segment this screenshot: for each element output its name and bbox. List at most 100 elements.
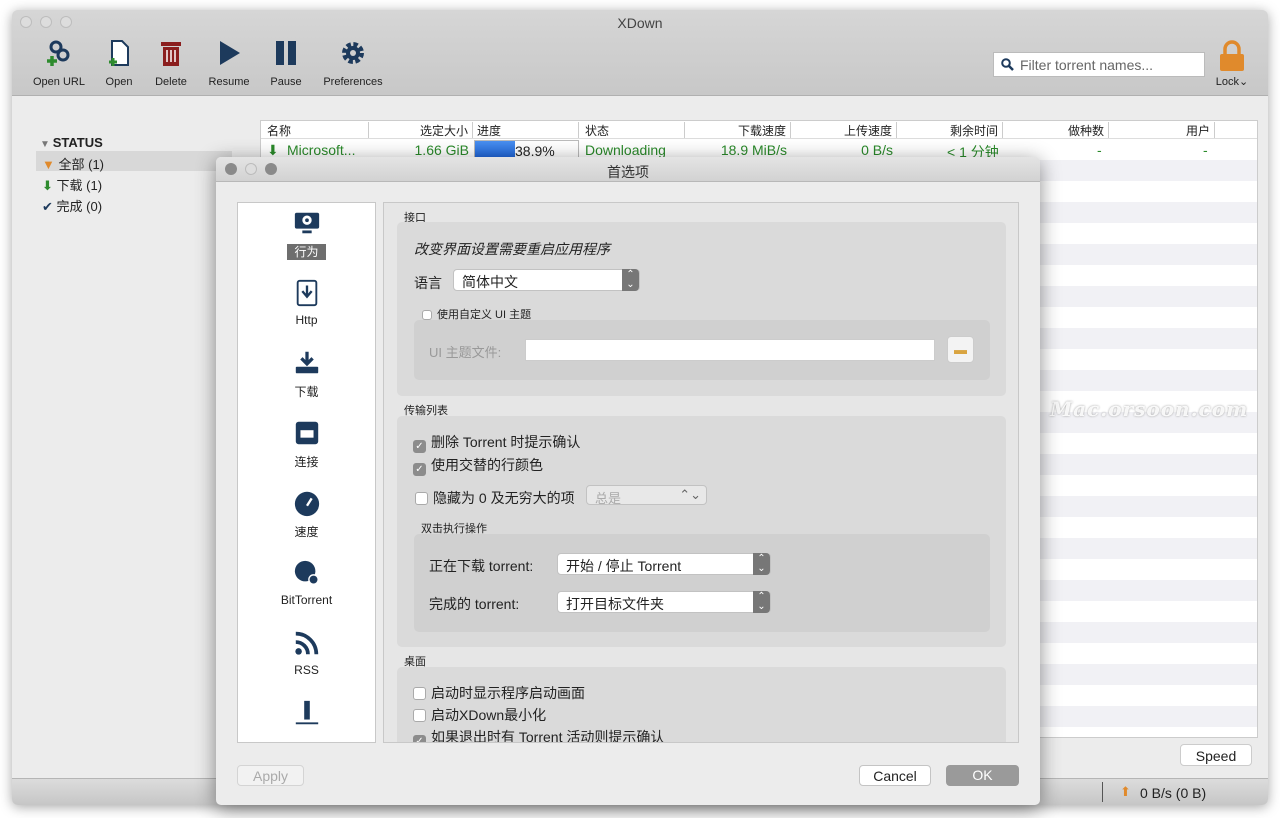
nav-label: RSS [294,663,319,677]
download-arrow-icon: ⬇ [42,178,53,193]
sidebar-item-downloading[interactable]: ⬇ 下载 (1) [36,172,232,193]
language-label: 语言 [414,275,442,291]
row-name: Microsoft... [287,142,356,158]
dialog-title: 首选项 [216,157,1040,182]
row-size: 1.66 GiB [414,142,469,158]
confirm-exit-checkbox[interactable]: ✓ 如果退出时有 Torrent 活动则提示确认 [413,727,664,742]
apply-button[interactable]: Apply [237,765,304,786]
sidebar-item-all[interactable]: ▼ 全部 (1) [36,151,232,172]
nav-label: 连接 [294,455,319,469]
browse-folder-button[interactable]: ▬ [947,336,974,363]
column-header[interactable]: 状态 [579,122,685,138]
language-select[interactable]: 简体中文 ⌃ ⌄ [453,269,640,291]
table-header: 名称 选定大小 进度 状态 下载速度 上传速度 剩余时间 做种数 用户 [261,121,1257,139]
search-icon [1001,58,1014,71]
row-download-speed: 18.9 MiB/s [720,142,787,158]
theme-file-input[interactable] [525,339,935,361]
confirm-delete-checkbox[interactable]: ✓ 删除 Torrent 时提示确认 [413,432,580,453]
sidebar-item-label: 完成 (0) [56,199,103,214]
dialog-close-button[interactable] [225,163,237,175]
column-header[interactable]: 剩余时间 [897,122,1003,138]
column-header[interactable]: 上传速度 [791,122,897,138]
updown-chevron-icon: ⌃⌄ [753,591,770,613]
preferences-dialog: 首选项 行为 Http 下载 连接 速度 BitTorrent RSS 接口 改… [216,157,1040,805]
completed-action-value: 打开目标文件夹 [566,596,664,612]
open-url-button[interactable]: Open URL [32,38,86,88]
preferences-panel: 接口 改变界面设置需要重启应用程序 语言 简体中文 ⌃ ⌄ 使用自定义 UI 主题 … [383,202,1019,743]
row-status: Downloading [585,142,666,158]
lock-button[interactable]: Lock⌄ [1214,40,1250,88]
column-header[interactable]: 进度 [473,122,579,138]
column-header[interactable]: 做种数 [1003,122,1109,138]
sidebar-item-label: 下载 (1) [56,178,103,193]
delete-button[interactable]: Delete [152,38,190,88]
pause-button[interactable]: Pause [268,38,304,88]
upload-arrow-icon: ⬆ [1120,784,1131,799]
pause-icon [276,41,296,65]
check-icon: ✔ [42,199,53,214]
advanced-icon [295,700,318,725]
cancel-button[interactable]: Cancel [859,765,931,786]
ok-button[interactable]: OK [946,765,1019,786]
downloading-action-label: 正在下载 torrent: [429,558,534,574]
chevron-down-icon: ⌄ [1239,76,1249,88]
nav-label: 下载 [294,385,319,399]
dialog-zoom-button[interactable] [265,163,277,175]
nav-http[interactable]: Http [238,279,375,327]
play-icon [220,41,240,65]
monitor-gear-icon [294,212,319,234]
hide-zero-select[interactable]: 总是 ⌃⌄ [586,485,707,506]
hide-zero-label: 隐藏为 0 及无穷大的项 [433,490,575,506]
toolbar: XDown Open URL Open Delete Resume Pause … [12,10,1268,96]
hide-zero-checkbox[interactable]: 隐藏为 0 及无穷大的项 [415,488,575,508]
nav-behavior[interactable]: 行为 [238,209,375,260]
confirm-delete-label: 删除 Torrent 时提示确认 [431,434,581,450]
file-add-icon [109,40,129,66]
row-upload-speed: 0 B/s [861,142,893,158]
column-header[interactable]: 名称 [261,122,369,138]
updown-chevron-icon: ⌃⌄ [679,487,701,502]
resume-button[interactable]: Resume [206,38,252,88]
splash-label: 启动时显示程序启动画面 [431,685,585,701]
nav-speed[interactable]: 速度 [238,489,375,540]
dialog-minimize-button[interactable] [245,163,257,175]
transfer-group: ✓ 删除 Torrent 时提示确认 ✓ 使用交替的行颜色 隐藏为 0 及无穷大的项… [397,416,1006,647]
filter-icon: ▼ [42,157,55,172]
nav-label: BitTorrent [280,593,333,607]
row-peers: - [1203,142,1208,158]
sidebar-item-label: 全部 (1) [58,157,105,172]
rss-icon [294,631,318,655]
nav-advanced[interactable] [238,699,375,733]
alt-rows-checkbox[interactable]: ✓ 使用交替的行颜色 [413,455,543,476]
nav-bittorrent[interactable]: BitTorrent [238,559,375,607]
completed-action-select[interactable]: 打开目标文件夹 ⌃ ⌄ [557,591,771,613]
speed-button[interactable]: Speed [1180,744,1252,766]
nav-label: 速度 [294,525,319,539]
open-button[interactable]: Open [102,38,136,88]
filter-input[interactable]: Filter torrent names... [993,52,1205,77]
column-header[interactable]: 选定大小 [369,122,473,138]
column-header[interactable]: 用户 [1109,122,1215,138]
column-header[interactable]: 下载速度 [685,122,791,138]
nav-connection[interactable]: 连接 [238,419,375,470]
download-tray-icon [295,351,318,374]
preferences-nav: 行为 Http 下载 连接 速度 BitTorrent RSS [237,202,376,743]
preferences-button[interactable]: Preferences [320,38,386,88]
lock-icon [1220,40,1244,71]
downloading-action-select[interactable]: 开始 / 停止 Torrent ⌃ ⌄ [557,553,771,575]
status-header[interactable]: ▼ STATUS [40,135,103,150]
start-minimized-checkbox[interactable]: 启动XDown最小化 [413,705,546,725]
http-download-icon [296,279,317,307]
splash-checkbox[interactable]: 启动时显示程序启动画面 [413,683,585,703]
alt-rows-label: 使用交替的行颜色 [431,457,543,473]
theme-file-group: UI 主题文件: ▬ [414,320,990,380]
watermark: Mac.orsoon.com [1050,397,1249,421]
nav-downloads[interactable]: 下载 [238,349,375,400]
restart-note: 改变界面设置需要重启应用程序 [414,241,610,257]
progress-fill [475,141,516,158]
nav-rss[interactable]: RSS [238,629,375,677]
dblclick-group: 正在下载 torrent: 开始 / 停止 Torrent ⌃ ⌄ 完成的 torr… [414,534,990,632]
sidebar-item-completed[interactable]: ✔ 完成 (0) [36,193,232,214]
downloading-action-value: 开始 / 停止 Torrent [566,558,682,574]
upload-status: 0 B/s (0 B) [1140,785,1207,801]
